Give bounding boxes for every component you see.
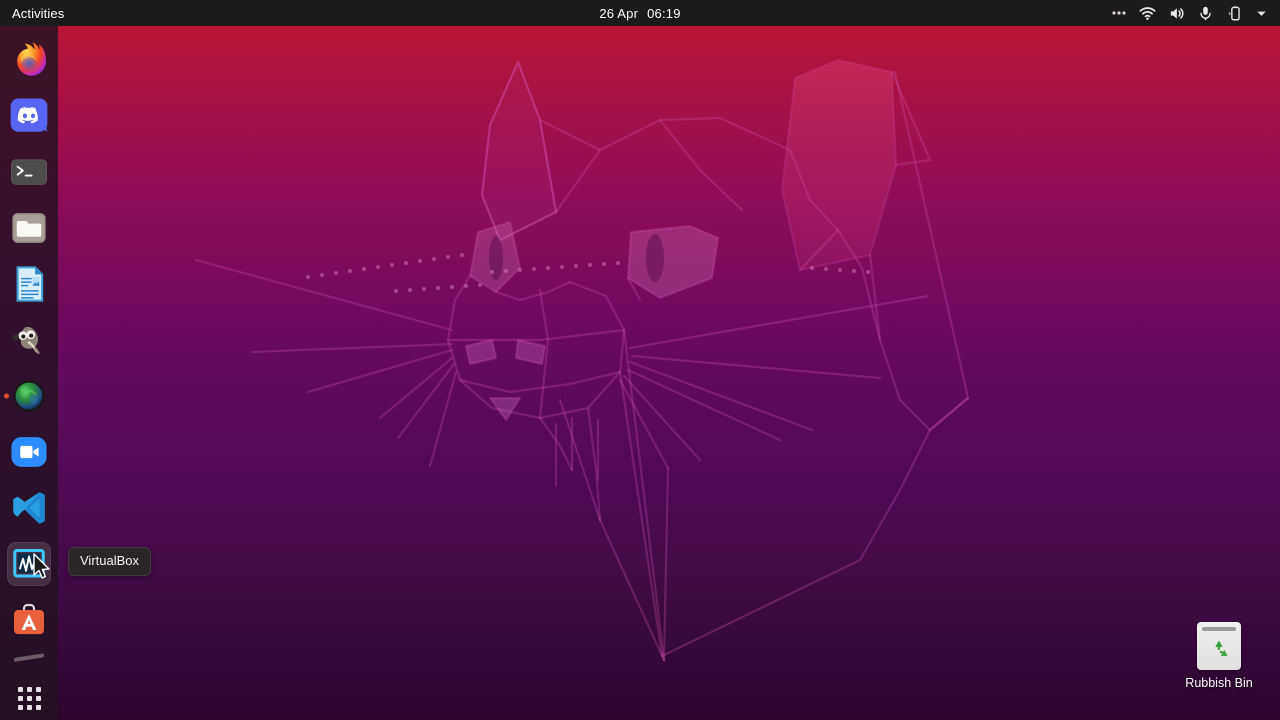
- dock-item-gimp[interactable]: [1, 312, 57, 368]
- desktop-icon-label: Rubbish Bin: [1185, 676, 1253, 690]
- terminal-icon: [7, 150, 51, 194]
- clock-container: 26 Apr 06:19: [0, 0, 1280, 26]
- libreoffice-writer-icon: [7, 262, 51, 306]
- discord-icon: [7, 94, 51, 138]
- files-folder-icon: [7, 206, 51, 250]
- clock-time: 06:19: [647, 5, 681, 21]
- dock[interactable]: [0, 26, 58, 720]
- system-tray[interactable]: [1105, 0, 1280, 26]
- virtualbox-icon: [7, 542, 51, 586]
- dock-item-virtualbox[interactable]: [1, 536, 57, 592]
- dock-tooltip: VirtualBox: [68, 547, 152, 576]
- firefox-icon: [7, 38, 51, 82]
- dock-item-libreoffice[interactable]: [1, 256, 57, 312]
- ubuntu-software-icon: [7, 598, 51, 642]
- show-applications-button[interactable]: [1, 670, 57, 720]
- dock-item-zoom[interactable]: [1, 424, 57, 480]
- activities-label: Activities: [12, 5, 65, 21]
- dock-item-terminal[interactable]: [1, 144, 57, 200]
- volume-icon[interactable]: [1162, 0, 1191, 26]
- activities-button[interactable]: Activities: [0, 0, 74, 26]
- dock-item-firefox[interactable]: [1, 32, 57, 88]
- more-options-icon[interactable]: [1105, 0, 1133, 26]
- dock-item-ubuntu-software[interactable]: [1, 592, 57, 648]
- vscode-icon: [7, 486, 51, 530]
- dock-item-files[interactable]: [1, 200, 57, 256]
- zoom-video-icon: [7, 430, 51, 474]
- dock-separator: [14, 650, 44, 666]
- top-bar[interactable]: Activities 26 Apr 06:19: [0, 0, 1280, 26]
- apps-grid-icon: [7, 676, 51, 720]
- dock-item-discord[interactable]: [1, 88, 57, 144]
- recycle-icon: [1197, 622, 1241, 670]
- dock-item-help[interactable]: [1, 368, 57, 424]
- desktop-icon-rubbish-bin[interactable]: Rubbish Bin: [1175, 622, 1263, 691]
- gimp-icon: [7, 318, 51, 362]
- clock-date: 26 Apr: [599, 5, 639, 21]
- wallpaper-lynx-artwork: [194, 58, 970, 662]
- microphone-icon[interactable]: [1191, 0, 1220, 26]
- globe-icon: [7, 374, 51, 418]
- clock-button[interactable]: 26 Apr 06:19: [599, 6, 680, 21]
- battery-charging-icon[interactable]: [1220, 0, 1249, 26]
- dock-item-vscode[interactable]: [1, 480, 57, 536]
- desktop[interactable]: Rubbish Bin VirtualBox Activities 26 Apr…: [0, 0, 1280, 720]
- wifi-icon[interactable]: [1133, 0, 1162, 26]
- chevron-down-icon[interactable]: [1249, 0, 1274, 26]
